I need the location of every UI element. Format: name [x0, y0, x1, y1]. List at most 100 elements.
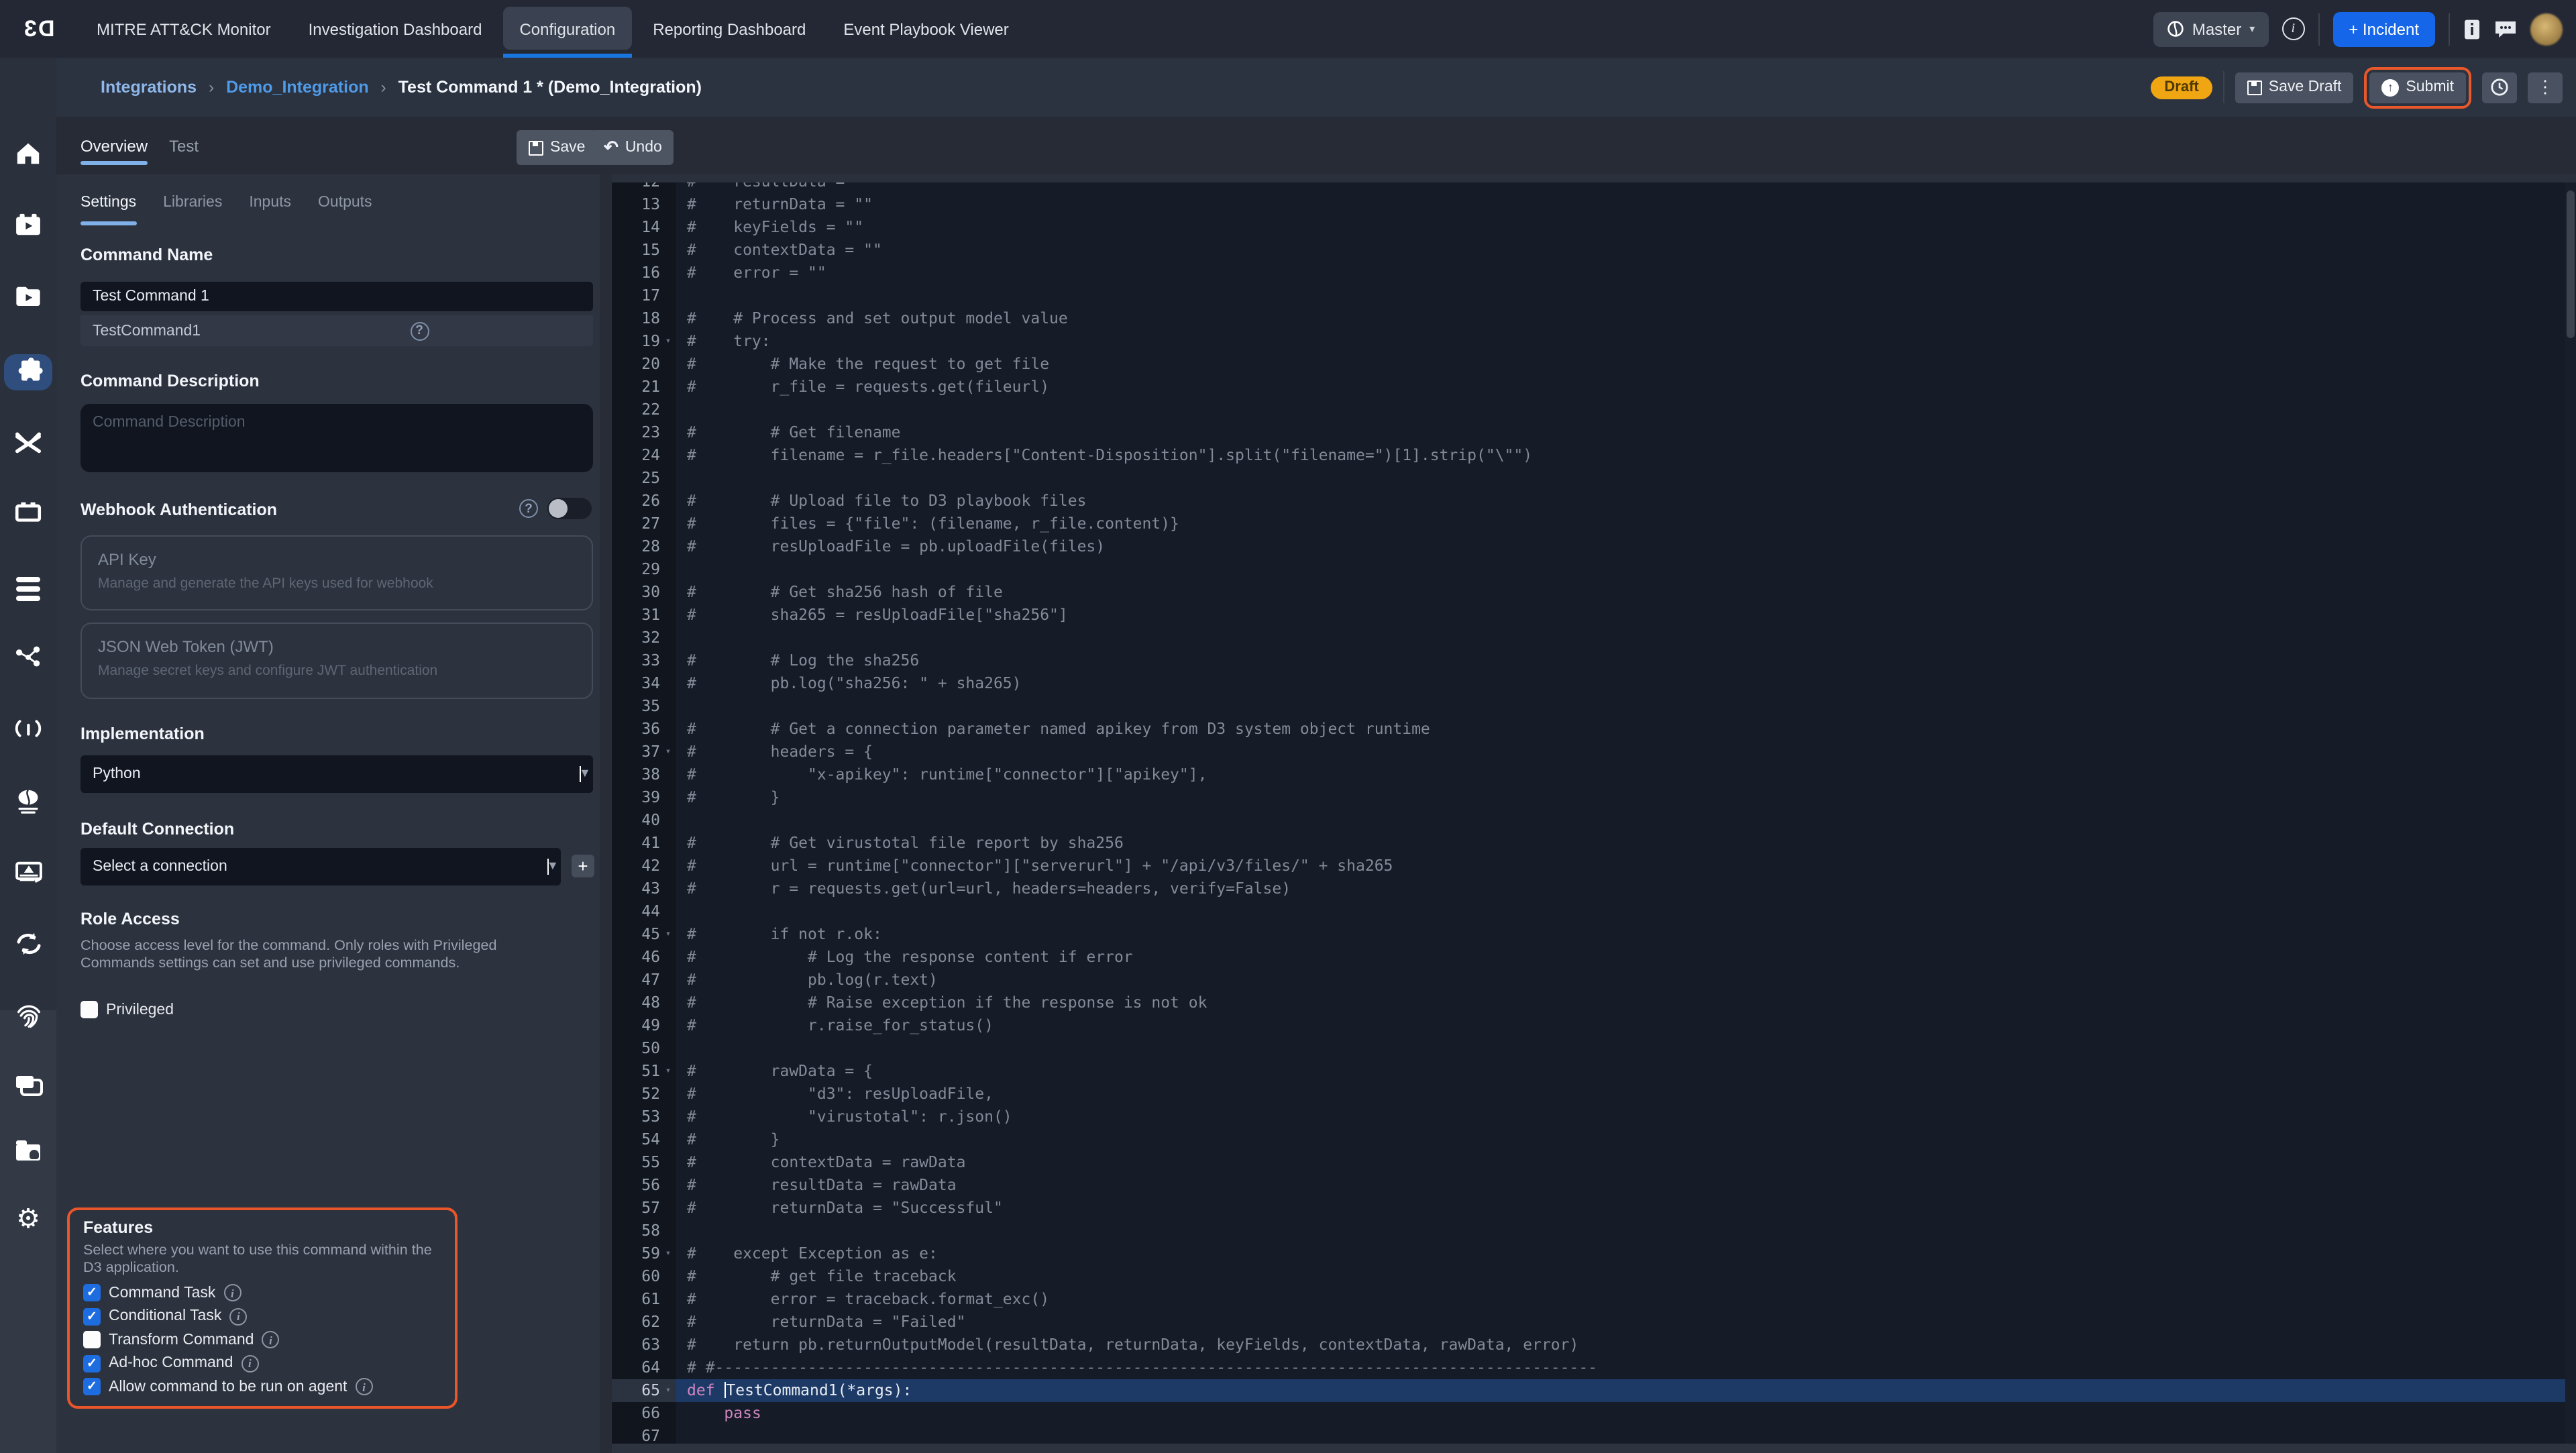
webhook-help-icon[interactable]: ? — [519, 499, 538, 518]
code-line-60[interactable]: 60# # get file traceback — [612, 1265, 2576, 1288]
command-name-input[interactable]: Test Command 1 — [80, 282, 593, 311]
nav-tab-reporting-dashboard[interactable]: Reporting Dashboard — [634, 0, 824, 58]
code-line-30[interactable]: 30# # Get sha256 hash of file — [612, 581, 2576, 604]
code-line-34[interactable]: 34# pb.log("sha256: " + sha265) — [612, 672, 2576, 695]
code-line-13[interactable]: 13# returnData = "" — [612, 193, 2576, 216]
code-line-28[interactable]: 28# resUploadFile = pb.uploadFile(files) — [612, 535, 2576, 558]
release-notes-icon[interactable] — [2463, 18, 2481, 40]
new-incident-button[interactable]: + Incident — [2332, 11, 2435, 46]
code-line-26[interactable]: 26# # Upload file to D3 playbook files — [612, 490, 2576, 513]
sidebar-event-playbook-icon[interactable] — [0, 213, 56, 236]
code-line-63[interactable]: 63# return pb.returnOutputModel(resultDa… — [612, 1334, 2576, 1356]
code-line-48[interactable]: 48# # Raise exception if the response is… — [612, 991, 2576, 1014]
code-line-65[interactable]: 65▾def TestCommand1(*args): — [612, 1379, 2576, 1402]
info-icon[interactable]: i — [2282, 17, 2304, 40]
privileged-checkbox[interactable] — [80, 1001, 98, 1018]
code-line-12[interactable]: 12# resultData = "" — [612, 182, 2576, 193]
nav-tab-event-playbook-viewer[interactable]: Event Playbook Viewer — [824, 0, 1027, 58]
checkbox-ad-hoc-command[interactable]: ✓ — [83, 1354, 101, 1372]
code-line-16[interactable]: 16# error = "" — [612, 262, 2576, 284]
code-line-36[interactable]: 36# # Get a connection parameter named a… — [612, 718, 2576, 741]
sidebar-integrations-icon[interactable] — [0, 357, 56, 384]
sidebar-home-icon[interactable] — [0, 141, 56, 165]
sidebar-apps-icon[interactable] — [0, 502, 56, 522]
jwt-card[interactable]: JSON Web Token (JWT) Manage secret keys … — [80, 623, 593, 699]
sidebar-utility-commands-icon[interactable] — [0, 429, 56, 455]
editor-horizontal-scrollbar[interactable] — [612, 1444, 2576, 1453]
tab-libraries[interactable]: Libraries — [163, 182, 222, 223]
add-connection-button[interactable]: + — [572, 855, 594, 877]
editor-save-button[interactable]: Save — [517, 130, 597, 165]
tab-settings[interactable]: Settings — [80, 182, 136, 223]
code-line-27[interactable]: 27# files = {"file": (filename, r_file.c… — [612, 513, 2576, 535]
webhook-toggle[interactable] — [547, 498, 592, 519]
code-line-45[interactable]: 45▾# if not r.ok: — [612, 923, 2576, 946]
help-icon[interactable]: ? — [410, 321, 429, 340]
code-line-19[interactable]: 19▾# try: — [612, 330, 2576, 353]
code-line-52[interactable]: 52# "d3": resUploadFile, — [612, 1083, 2576, 1106]
submit-button[interactable]: ↑ Submit — [2369, 72, 2466, 103]
code-line-15[interactable]: 15# contextData = "" — [612, 239, 2576, 262]
code-line-49[interactable]: 49# r.raise_for_status() — [612, 1014, 2576, 1037]
tab-outputs[interactable]: Outputs — [318, 182, 372, 223]
user-avatar[interactable] — [2530, 13, 2563, 45]
sidebar-incident-forms-icon[interactable] — [0, 861, 56, 884]
breadcrumb-item-demo-integration[interactable]: Demo_Integration — [226, 78, 369, 97]
code-line-21[interactable]: 21# r_file = requests.get(fileurl) — [612, 376, 2576, 398]
sidebar-settings-icon[interactable]: ⚙ — [0, 1206, 56, 1233]
nav-tab-investigation-dashboard[interactable]: Investigation Dashboard — [290, 0, 501, 58]
code-line-43[interactable]: 43# r = requests.get(url=url, headers=he… — [612, 877, 2576, 900]
code-line-22[interactable]: 22 — [612, 398, 2576, 421]
d3-logo[interactable]: D3 — [0, 0, 78, 58]
site-selector[interactable]: Master ▾ — [2153, 11, 2268, 46]
code-line-29[interactable]: 29 — [612, 558, 2576, 581]
code-line-44[interactable]: 44 — [612, 900, 2576, 923]
code-line-33[interactable]: 33# # Log the sha256 — [612, 649, 2576, 672]
breadcrumb-item-integrations[interactable]: Integrations — [101, 78, 197, 97]
code-line-24[interactable]: 24# filename = r_file.headers["Content-D… — [612, 444, 2576, 467]
editor-vertical-scrollbar[interactable] — [2565, 182, 2576, 1453]
code-line-47[interactable]: 47# pb.log(r.text) — [612, 969, 2576, 991]
fold-icon[interactable]: ▾ — [660, 1242, 676, 1265]
checkbox-command-task[interactable]: ✓ — [83, 1284, 101, 1301]
code-line-37[interactable]: 37▾# headers = { — [612, 741, 2576, 763]
code-line-53[interactable]: 53# "virustotal": r.json() — [612, 1106, 2576, 1128]
nav-tab-configuration[interactable]: Configuration — [500, 0, 634, 58]
code-line-56[interactable]: 56# resultData = rawData — [612, 1174, 2576, 1197]
info-icon[interactable]: i — [229, 1307, 247, 1325]
code-line-54[interactable]: 54# } — [612, 1128, 2576, 1151]
fold-icon[interactable]: ▾ — [660, 923, 676, 946]
fold-icon[interactable]: ▾ — [660, 330, 676, 353]
command-description-textarea[interactable]: Command Description — [80, 404, 593, 472]
sidebar-windows-icon[interactable] — [0, 1081, 56, 1088]
fold-icon[interactable]: ▾ — [660, 1060, 676, 1083]
fold-icon[interactable]: ▾ — [660, 1379, 676, 1402]
code-line-39[interactable]: 39# } — [612, 786, 2576, 809]
save-draft-button[interactable]: Save Draft — [2235, 72, 2354, 103]
tab-overview[interactable]: Overview — [80, 117, 148, 174]
code-line-57[interactable]: 57# returnData = "Successful" — [612, 1197, 2576, 1220]
code-line-20[interactable]: 20# # Make the request to get file — [612, 353, 2576, 376]
code-line-51[interactable]: 51▾# rawData = { — [612, 1060, 2576, 1083]
code-line-58[interactable]: 58 — [612, 1220, 2576, 1242]
code-line-62[interactable]: 62# returnData = "Failed" — [612, 1311, 2576, 1334]
code-line-66[interactable]: 66 pass — [612, 1402, 2576, 1425]
checkbox-allow-command-to-be-run-on-agent[interactable]: ✓ — [83, 1378, 101, 1395]
nav-tab-mitre-att-ck-monitor[interactable]: MITRE ATT&CK Monitor — [78, 0, 290, 58]
chat-icon[interactable] — [2494, 19, 2517, 39]
more-options-button[interactable]: ⋮ — [2528, 72, 2563, 103]
panel-scrollbar[interactable] — [600, 174, 612, 1453]
sidebar-playbooks-icon[interactable] — [0, 286, 56, 306]
code-line-42[interactable]: 42# url = runtime["connector"]["serverur… — [612, 855, 2576, 877]
checkbox-conditional-task[interactable]: ✓ — [83, 1307, 101, 1325]
sidebar-case-files-icon[interactable] — [0, 1144, 56, 1161]
sidebar-sync-icon[interactable] — [0, 932, 56, 955]
sidebar-identity-icon[interactable] — [0, 1004, 56, 1029]
sidebar-geo-sites-icon[interactable] — [0, 789, 56, 814]
tab-inputs[interactable]: Inputs — [249, 182, 291, 223]
code-line-31[interactable]: 31# sha265 = resUploadFile["sha256"] — [612, 604, 2576, 627]
code-line-14[interactable]: 14# keyFields = "" — [612, 216, 2576, 239]
code-line-18[interactable]: 18# # Process and set output model value — [612, 307, 2576, 330]
info-icon[interactable]: i — [223, 1284, 241, 1301]
code-line-23[interactable]: 23# # Get filename — [612, 421, 2576, 444]
